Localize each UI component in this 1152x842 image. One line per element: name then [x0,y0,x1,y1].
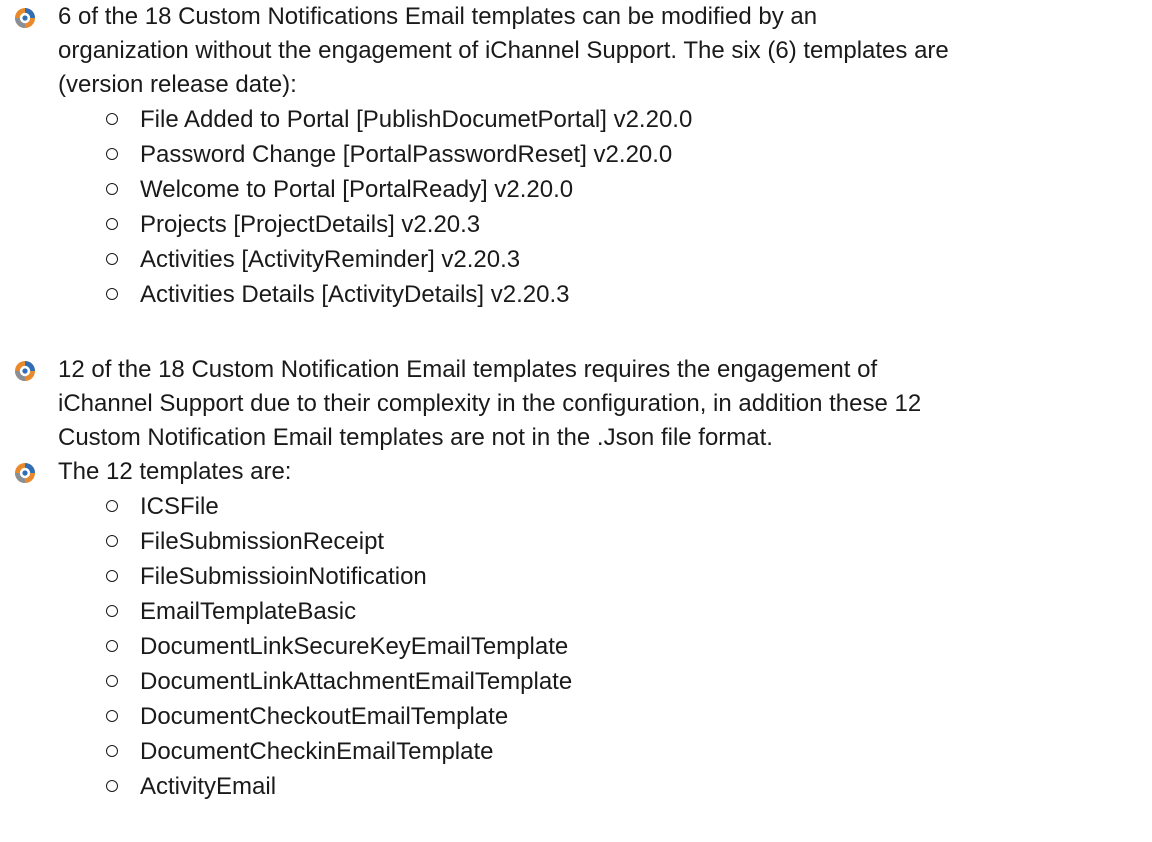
list-item: DocumentCheckoutEmailTemplate [106,700,508,734]
list-item-label: Projects [ProjectDetails] v2.20.3 [140,211,481,238]
hollow-circle-bullet-icon [106,534,118,547]
list-item-label: ICSFile [140,493,219,520]
section3-line-1: The 12 templates are: [58,458,292,485]
hollow-circle-bullet-icon [106,499,118,512]
list-item: DocumentLinkAttachmentEmailTemplate [106,665,572,699]
section2-line-1: 12 of the 18 Custom Notification Email t… [58,356,878,383]
hollow-circle-bullet-icon [106,674,118,687]
list-item: DocumentCheckinEmailTemplate [106,735,493,769]
list-item-label: DocumentLinkSecureKeyEmailTemplate [140,633,569,660]
list-item: ActivityEmail [106,770,276,804]
list-item-label: DocumentCheckoutEmailTemplate [140,703,509,730]
hollow-circle-bullet-icon [106,287,118,300]
list-item-label: FileSubmissionReceipt [140,528,385,555]
document-page: 6 of the 18 Custom Notifications Email t… [0,0,1152,842]
list-item-label: EmailTemplateBasic [140,598,357,625]
hollow-circle-bullet-icon [106,709,118,722]
list-item-label: DocumentLinkAttachmentEmailTemplate [140,668,573,695]
list-item: Activities Details [ActivityDetails] v2.… [106,278,569,312]
hollow-circle-bullet-icon [106,744,118,757]
section1-line-2: organization without the engagement of i… [58,37,949,64]
hollow-circle-bullet-icon [106,147,118,160]
list-item: File Added to Portal [PublishDocumetPort… [106,103,692,137]
list-item-label: Activities Details [ActivityDetails] v2.… [140,281,570,308]
list-item-label: Password Change [PortalPasswordReset] v2… [140,141,673,168]
list-item: Password Change [PortalPasswordReset] v2… [106,138,672,172]
list-item: FileSubmissioinNotification [106,560,427,594]
circular-swirl-bullet-icon [15,463,35,483]
list-item: Activities [ActivityReminder] v2.20.3 [106,243,520,277]
list-item: Welcome to Portal [PortalReady] v2.20.0 [106,173,573,207]
list-item: Projects [ProjectDetails] v2.20.3 [106,208,480,242]
list-item-label: File Added to Portal [PublishDocumetPort… [140,106,693,133]
list-item: ICSFile [106,490,219,524]
hollow-circle-bullet-icon [106,112,118,125]
section1-line-3: (version release date): [58,71,297,98]
hollow-circle-bullet-icon [106,779,118,792]
list-item-label: DocumentCheckinEmailTemplate [140,738,494,765]
hollow-circle-bullet-icon [106,604,118,617]
hollow-circle-bullet-icon [106,217,118,230]
circular-swirl-bullet-icon [15,361,35,381]
list-item-label: Welcome to Portal [PortalReady] v2.20.0 [140,176,574,203]
hollow-circle-bullet-icon [106,569,118,582]
circular-swirl-bullet-icon [15,8,35,28]
list-item-label: Activities [ActivityReminder] v2.20.3 [140,246,521,273]
list-item: DocumentLinkSecureKeyEmailTemplate [106,630,568,664]
section2-line-2: iChannel Support due to their complexity… [58,390,922,417]
list-item-label: FileSubmissioinNotification [140,563,427,590]
hollow-circle-bullet-icon [106,182,118,195]
list-item: FileSubmissionReceipt [106,525,384,559]
hollow-circle-bullet-icon [106,639,118,652]
section1-line-1: 6 of the 18 Custom Notifications Email t… [58,3,818,30]
hollow-circle-bullet-icon [106,252,118,265]
list-item-label: ActivityEmail [140,773,277,800]
list-item: EmailTemplateBasic [106,595,356,629]
section2-line-3: Custom Notification Email templates are … [58,424,773,451]
